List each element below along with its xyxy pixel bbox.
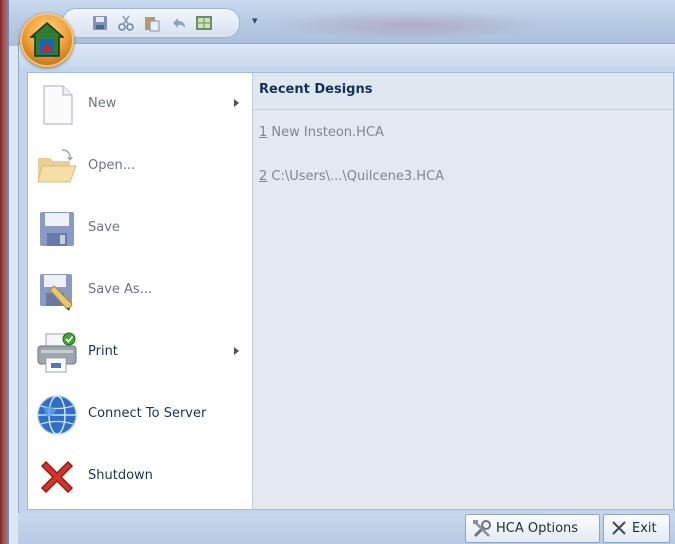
menu-item-connect-to-server[interactable]: Connect To Server [28,385,253,445]
menu-item-label: New [88,96,117,111]
printer-icon [37,332,77,373]
menu-item-label: Connect To Server [88,406,207,421]
menu-top-strip [19,44,675,68]
exit-label: Exit [632,521,657,536]
new-document-icon [43,85,73,125]
quick-access-dropdown[interactable]: ▾ [252,14,264,28]
undo-icon[interactable] [169,14,187,32]
menu-item-open[interactable]: Open... [28,137,253,197]
menu-commands-pane: New Open... Save Save As... Print Connec… [27,72,253,510]
menu-item-label: Save As... [88,282,153,297]
menu-footer: HCA Options Exit [18,513,675,544]
menu-item-new[interactable]: New [28,75,253,135]
menu-item-label: Print [88,344,118,359]
quick-access-toolbar [62,8,240,38]
red-x-icon [40,460,74,494]
hca-options-label: HCA Options [496,521,579,536]
recent-designs-title: Recent Designs [259,82,373,97]
exit-button[interactable]: Exit [603,514,670,543]
cut-icon[interactable] [117,14,135,32]
menu-item-label: Shutdown [88,468,153,483]
submenu-arrow-icon [234,99,239,107]
menu-item-save[interactable]: Save [28,199,253,259]
close-icon [612,521,626,535]
globe-icon [37,395,77,435]
menu-item-print[interactable]: Print [28,323,253,383]
house-logo-icon [30,22,64,57]
recent-item[interactable]: 1 New Insteon.HCA [259,125,384,140]
hca-options-button[interactable]: HCA Options [465,514,600,543]
grid-icon[interactable] [195,14,213,32]
recent-designs-pane: Recent Designs 1 New Insteon.HCA 2 C:\Us… [252,72,674,510]
save-as-icon [40,274,73,311]
open-folder-icon [37,149,77,183]
menu-item-save-as[interactable]: Save As... [28,261,253,321]
floppy-disk-icon [40,212,74,246]
tools-icon [473,520,491,538]
menu-item-label: Save [88,220,120,235]
title-bar-background [270,10,550,40]
application-button[interactable] [20,13,74,67]
window-left-edge [0,0,9,544]
recent-item-name: C:\Users\...\Quilcene3.HCA [267,169,445,184]
recent-designs-header: Recent Designs [253,73,673,110]
recent-item[interactable]: 2 C:\Users\...\Quilcene3.HCA [259,169,444,184]
submenu-arrow-icon [234,347,239,355]
paste-icon[interactable] [143,14,161,32]
menu-item-shutdown[interactable]: Shutdown [28,447,253,507]
recent-item-name: New Insteon.HCA [267,125,384,140]
application-menu: New Open... Save Save As... Print Connec… [18,43,675,515]
save-icon[interactable] [91,14,109,32]
menu-item-label: Open... [88,158,136,173]
